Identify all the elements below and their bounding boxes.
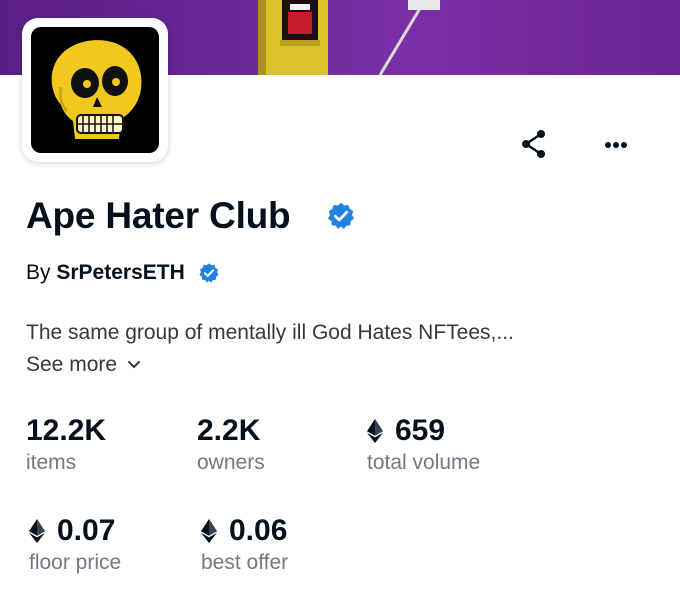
stat-label: total volume [367, 451, 481, 474]
by-label: By [26, 261, 51, 284]
verified-badge-icon [328, 202, 354, 230]
more-horizontal-icon [605, 142, 627, 148]
banner-artwork [258, 0, 440, 75]
stat-best-offer[interactable]: 0.06 best offer [201, 513, 288, 577]
creator-link[interactable]: SrPetersETH [56, 261, 184, 284]
chevron-down-icon [127, 361, 140, 369]
ethereum-icon [201, 519, 217, 543]
stat-value: 0.06 [229, 514, 288, 547]
creator-byline: By SrPetersETH [26, 258, 185, 288]
ethereum-icon [367, 419, 383, 443]
collection-description: The same group of mentally ill God Hates… [26, 321, 514, 344]
stat-value: 0.07 [57, 514, 116, 547]
stat-items[interactable]: 12.2K items [26, 413, 106, 477]
stat-label: best offer [201, 551, 289, 574]
stat-label: owners [197, 451, 265, 474]
see-more-button[interactable]: See more [26, 350, 141, 380]
skull-logo-icon [51, 40, 142, 139]
ethereum-icon [29, 519, 45, 543]
stat-value: 12.2K [26, 414, 107, 447]
stat-total-volume[interactable]: 659 total volume [367, 413, 480, 477]
more-options-button[interactable] [596, 122, 640, 166]
verified-badge-icon [199, 263, 219, 283]
stat-label: floor price [29, 551, 122, 574]
collection-title: Ape Hater Club [26, 195, 291, 236]
stat-owners[interactable]: 2.2K owners [197, 413, 265, 477]
stat-value: 659 [395, 414, 446, 447]
stat-label: items [26, 451, 77, 474]
share-button[interactable] [512, 122, 556, 166]
stat-floor-price[interactable]: 0.07 floor price [29, 513, 121, 577]
share-icon [522, 130, 545, 158]
collection-avatar [22, 18, 168, 162]
see-more-label: See more [26, 353, 118, 376]
avatar-image [31, 27, 159, 153]
stat-value: 2.2K [197, 414, 261, 447]
